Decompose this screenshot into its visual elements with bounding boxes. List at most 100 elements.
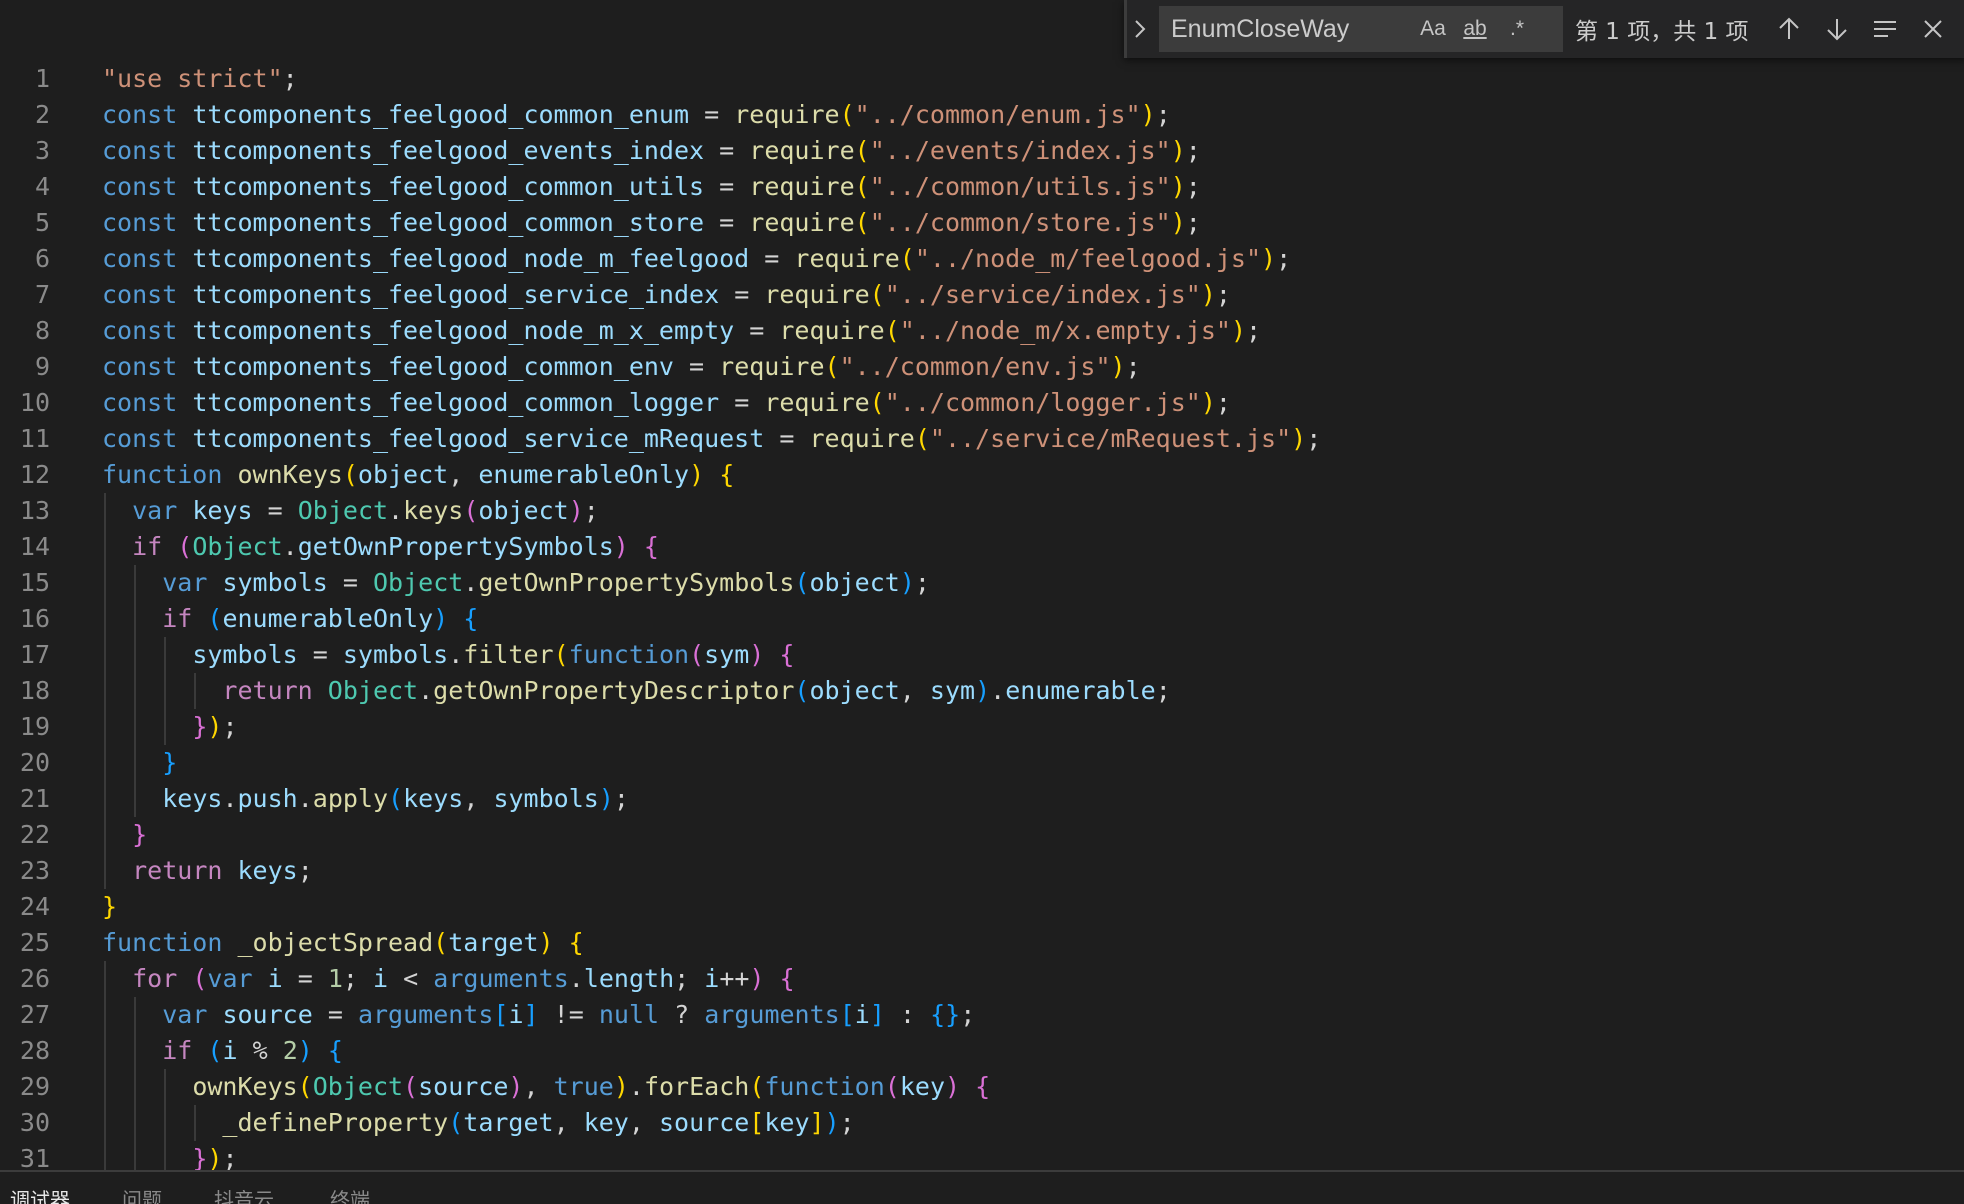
code-text: return Object.getOwnPropertyDescriptor(o… [222,676,1171,705]
code-line[interactable]: 26 for (var i = 1; i < arguments.length;… [0,961,1964,997]
line-number: 8 [34,316,50,345]
line-number: 29 [19,1072,50,1101]
code-text: var source = arguments[i] != null ? argu… [162,1000,976,1029]
use-regex-toggle[interactable]: .* [1497,9,1537,49]
find-input-box: Aa ab .* [1159,6,1563,52]
code-text: const ttcomponents_feelgood_service_inde… [102,280,1231,309]
bottom-panel-tabs: 调试器 问题 抖音云 终端 [0,1170,1964,1204]
code-text: symbols = symbols.filter(function(sym) { [192,640,795,669]
code-text: for (var i = 1; i < arguments.length; i+… [132,964,795,993]
line-number: 23 [19,856,50,885]
line-number: 20 [19,748,50,777]
code-text: "use strict"; [102,64,298,93]
code-text: if (Object.getOwnPropertySymbols) { [132,532,659,561]
code-text: if (i % 2) { [162,1036,343,1065]
code-text: } [102,892,118,921]
line-number: 12 [19,460,50,489]
find-in-selection-button[interactable] [1861,5,1909,53]
code-text: if (enumerableOnly) { [162,604,479,633]
code-line[interactable]: 4 const ttcomponents_feelgood_common_util… [0,169,1964,205]
code-text: const ttcomponents_feelgood_events_index… [102,136,1201,165]
arrow-down-icon [1827,19,1847,41]
code-line[interactable]: 29 ownKeys(Object(source), true).forEach… [0,1069,1964,1105]
code-text: const ttcomponents_feelgood_common_utils… [102,172,1201,201]
match-case-icon: Aa [1420,17,1446,40]
code-area[interactable]: 1 "use strict"; 2 const ttcomponents_feelgo… [0,61,1964,1170]
next-match-button[interactable] [1813,5,1861,53]
line-number: 9 [34,352,50,381]
code-line[interactable]: 31 }); [0,1141,1964,1170]
code-line[interactable]: 27 var source = arguments[i] != null ? a… [0,997,1964,1033]
line-number: 28 [19,1036,50,1065]
previous-match-button[interactable] [1765,5,1813,53]
line-number: 26 [19,964,50,993]
code-text: var keys = Object.keys(object); [132,496,599,525]
code-line[interactable]: 2 const ttcomponents_feelgood_common_enum… [0,97,1964,133]
code-text: const ttcomponents_feelgood_node_m_feelg… [102,244,1292,273]
code-line[interactable]: 20 } [0,745,1964,781]
line-number: 11 [19,424,50,453]
line-number: 2 [34,100,50,129]
code-line[interactable]: 30 _defineProperty(target, key, source[k… [0,1105,1964,1141]
find-input[interactable] [1171,14,1411,44]
panel-tab-terminal[interactable]: 终端 [330,1186,370,1204]
line-number: 16 [19,604,50,633]
code-line[interactable]: 6 const ttcomponents_feelgood_node_m_feel… [0,241,1964,277]
code-line[interactable]: 23 return keys; [0,853,1964,889]
code-text: keys.push.apply(keys, symbols); [162,784,629,813]
code-line[interactable]: 5 const ttcomponents_feelgood_common_stor… [0,205,1964,241]
line-number: 3 [34,136,50,165]
line-number: 17 [19,640,50,669]
code-text: const ttcomponents_feelgood_common_enum … [102,100,1171,129]
code-line[interactable]: 22 } [0,817,1964,853]
code-line[interactable]: 28 if (i % 2) { [0,1033,1964,1069]
code-line[interactable]: 17 symbols = symbols.filter(function(sym… [0,637,1964,673]
line-number: 15 [19,568,50,597]
line-number: 21 [19,784,50,813]
code-line[interactable]: 18 return Object.getOwnPropertyDescripto… [0,673,1964,709]
code-text: ownKeys(Object(source), true).forEach(fu… [192,1072,991,1101]
line-number: 14 [19,532,50,561]
arrow-up-icon [1779,17,1799,39]
code-line[interactable]: 7 const ttcomponents_feelgood_service_ind… [0,277,1964,313]
line-number: 13 [19,496,50,525]
code-text: const ttcomponents_feelgood_service_mReq… [102,424,1322,453]
code-text: const ttcomponents_feelgood_common_store… [102,208,1201,237]
line-number: 4 [34,172,50,201]
code-line[interactable]: 25 function _objectSpread(target) { [0,925,1964,961]
code-line[interactable]: 11 const ttcomponents_feelgood_service_mR… [0,421,1964,457]
close-icon [1924,20,1942,38]
line-number: 27 [19,1000,50,1029]
whole-word-icon: ab [1463,17,1487,40]
code-line[interactable]: 16 if (enumerableOnly) { [0,601,1964,637]
code-text: const ttcomponents_feelgood_node_m_x_emp… [102,316,1262,345]
code-text: const ttcomponents_feelgood_common_env =… [102,352,1141,381]
panel-tab-debugger[interactable]: 调试器 [10,1186,70,1204]
find-in-selection-icon [1874,21,1896,37]
line-number: 22 [19,820,50,849]
code-editor[interactable]: 1 "use strict"; 2 const ttcomponents_feelgo… [0,0,1964,1170]
code-line[interactable]: 24} [0,889,1964,925]
code-line[interactable]: 3 const ttcomponents_feelgood_events_inde… [0,133,1964,169]
panel-tab-problems[interactable]: 问题 [122,1186,162,1204]
line-number: 1 [34,64,50,93]
code-text: _defineProperty(target, key, source[key]… [222,1108,855,1137]
close-find-button[interactable] [1909,5,1957,53]
code-line[interactable]: 21 keys.push.apply(keys, symbols); [0,781,1964,817]
line-number: 31 [19,1144,50,1170]
code-line[interactable]: 9 const ttcomponents_feelgood_common_env … [0,349,1964,385]
code-line[interactable]: 14 if (Object.getOwnPropertySymbols) { [0,529,1964,565]
code-text: } [162,748,178,777]
match-whole-word-toggle[interactable]: ab [1455,9,1495,49]
code-line[interactable]: 10 const ttcomponents_feelgood_common_log… [0,385,1964,421]
panel-tab-douyin-cloud[interactable]: 抖音云 [214,1186,274,1204]
code-line[interactable]: 15 var symbols = Object.getOwnPropertySy… [0,565,1964,601]
line-number: 6 [34,244,50,273]
code-line[interactable]: 13 var keys = Object.keys(object); [0,493,1964,529]
toggle-replace-chevron-icon[interactable] [1127,0,1153,58]
code-line[interactable]: 1 "use strict"; [0,61,1964,97]
match-case-toggle[interactable]: Aa [1413,9,1453,49]
code-line[interactable]: 8 const ttcomponents_feelgood_node_m_x_em… [0,313,1964,349]
code-line[interactable]: 19 }); [0,709,1964,745]
code-line[interactable]: 12 function ownKeys(object, enumerableOnl… [0,457,1964,493]
